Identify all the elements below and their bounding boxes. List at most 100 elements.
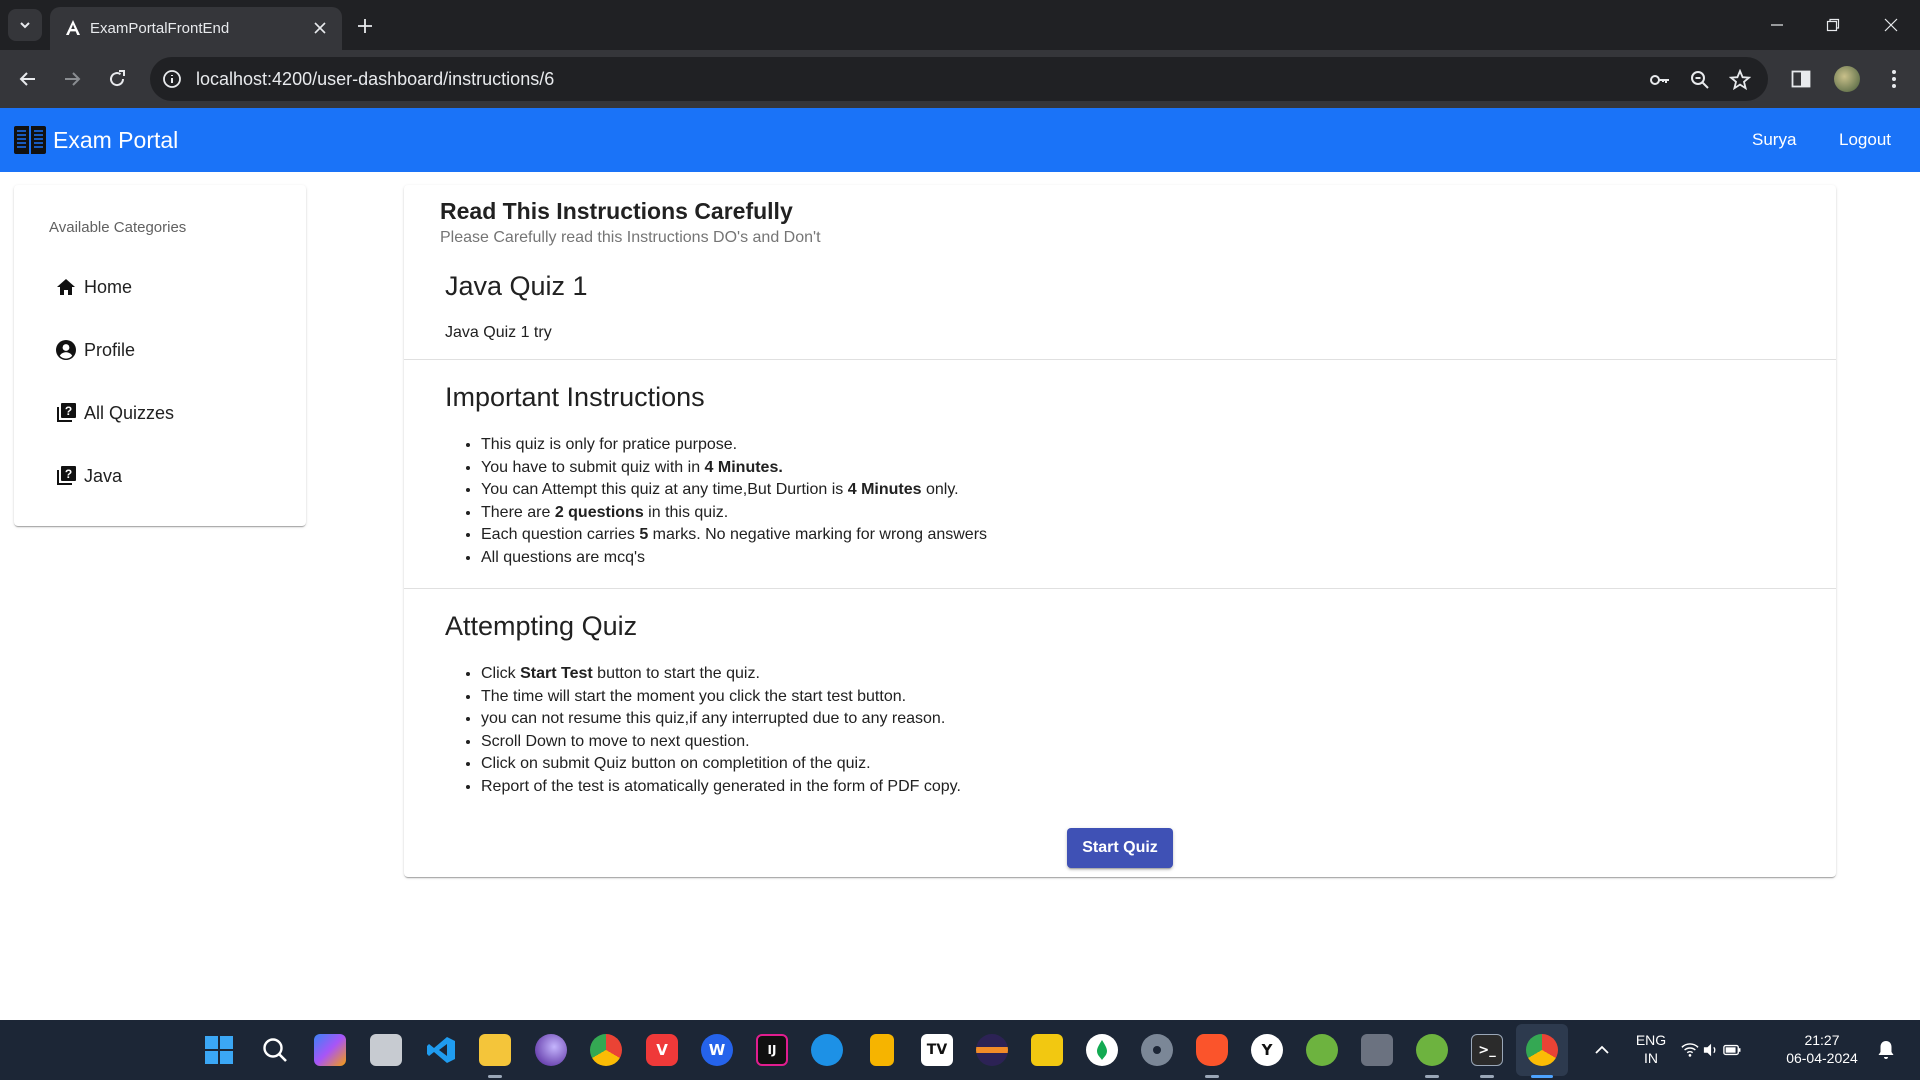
clock-display[interactable]: 21:27 06-04-2024 [1782, 1031, 1862, 1067]
quiz-title: Java Quiz 1 [445, 271, 588, 301]
language-indicator[interactable]: ENG IN [1631, 1031, 1671, 1067]
reload-button[interactable] [101, 63, 133, 95]
spring-tools-icon[interactable] [1416, 1034, 1448, 1066]
address-bar[interactable]: localhost:4200/user-dashboard/instructio… [150, 57, 1768, 101]
arrow-left-icon [19, 72, 35, 86]
quiz-icon: ? [54, 401, 78, 425]
url-text: localhost:4200/user-dashboard/instructio… [196, 69, 555, 89]
bookmark-star-icon[interactable] [1728, 68, 1752, 92]
tab-title: ExamPortalFrontEnd [90, 20, 230, 37]
attempting-quiz-title: Attempting Quiz [445, 611, 638, 641]
clock-app-icon[interactable]: Y [1251, 1034, 1283, 1066]
sidebar-item-profile[interactable]: Profile [54, 330, 284, 370]
plus-icon [358, 19, 372, 33]
list-item: Each question carries 5 marks. No negati… [481, 524, 987, 547]
list-item: This quiz is only for pratice purpose. [481, 434, 987, 457]
chevron-up-icon[interactable] [1586, 1034, 1618, 1066]
close-window-button[interactable] [1868, 8, 1914, 42]
back-button[interactable] [12, 63, 44, 95]
nav-logout-link[interactable]: Logout [1839, 130, 1891, 150]
list-item: Click on submit Quiz button on completit… [481, 753, 961, 776]
task-view-icon[interactable] [370, 1034, 402, 1066]
zoom-icon[interactable] [1688, 68, 1712, 92]
app-icon[interactable]: W [701, 1034, 733, 1066]
windows-start-icon[interactable] [203, 1034, 235, 1066]
running-indicator [1205, 1075, 1219, 1078]
restore-button[interactable] [1810, 8, 1856, 42]
spring-icon[interactable] [1306, 1034, 1338, 1066]
system-tray-icons[interactable] [1681, 1034, 1741, 1066]
sidebar-item-all-quizzes[interactable]: ? All Quizzes [54, 393, 284, 433]
vscode-icon[interactable] [425, 1034, 457, 1066]
home-icon [54, 275, 78, 299]
clock-time: 21:27 [1804, 1032, 1840, 1048]
card-title: Read This Instructions Carefully [440, 198, 793, 224]
chrome-icon[interactable] [590, 1034, 622, 1066]
mongodb-icon[interactable] [1086, 1034, 1118, 1066]
chrome-active-icon[interactable] [1526, 1034, 1558, 1066]
account-circle-icon [54, 338, 78, 362]
tab-close-button[interactable] [310, 18, 330, 38]
minimize-icon [1771, 24, 1783, 26]
sidebar-item-label: Java [84, 465, 123, 486]
brand-title[interactable]: Exam Portal [53, 127, 178, 154]
sidebar-item-label: Home [84, 276, 133, 297]
sidebar-item-java[interactable]: ? Java [54, 456, 284, 496]
sidebar-header: Available Categories [49, 219, 187, 236]
volume-icon [1703, 1043, 1716, 1057]
eclipse-icon[interactable] [976, 1034, 1008, 1066]
intellij-icon[interactable]: IJ [756, 1034, 788, 1066]
instructions-card: Read This Instructions Carefully Please … [404, 185, 1836, 877]
profile-avatar[interactable] [1834, 66, 1860, 92]
important-instructions-title: Important Instructions [445, 382, 705, 412]
sidebar-item-home[interactable]: Home [54, 267, 284, 307]
settings-gear-icon[interactable] [1141, 1034, 1173, 1066]
windows-taskbar: V W IJ TV Y >_ ENG IN 21:27 06-04-2024 [0, 1020, 1920, 1080]
notification-bell-icon[interactable] [1870, 1034, 1902, 1066]
nav-user-link[interactable]: Surya [1752, 130, 1796, 150]
site-info-icon[interactable] [162, 69, 182, 89]
new-tab-button[interactable] [352, 13, 378, 39]
section-divider [404, 359, 1836, 360]
remote-desktop-icon[interactable] [1361, 1034, 1393, 1066]
card-subtitle: Please Carefully read this Instructions … [440, 229, 821, 246]
browser-tab[interactable]: ExamPortalFrontEnd [50, 7, 342, 50]
app-icon[interactable] [535, 1034, 567, 1066]
list-item: you can not resume this quiz,if any inte… [481, 708, 961, 731]
app-navbar: Exam Portal Surya Logout [0, 108, 1920, 172]
brave-icon[interactable] [1196, 1034, 1228, 1066]
power-bi-icon[interactable] [1031, 1034, 1063, 1066]
keep-icon[interactable] [870, 1034, 894, 1066]
vivaldi-icon[interactable]: V [646, 1034, 678, 1066]
book-logo-icon[interactable] [13, 123, 47, 157]
browser-tab-strip: ExamPortalFrontEnd [0, 0, 1920, 50]
close-icon [314, 22, 326, 34]
terminal-icon[interactable]: >_ [1471, 1034, 1503, 1066]
password-key-icon[interactable] [1648, 68, 1672, 92]
start-quiz-button[interactable]: Start Quiz [1067, 828, 1173, 868]
search-icon[interactable] [259, 1034, 291, 1066]
quiz-icon: ? [54, 464, 78, 488]
list-item: Click Start Test button to start the qui… [481, 663, 961, 686]
running-indicator [1480, 1075, 1494, 1078]
tab-search-button[interactable] [8, 9, 42, 41]
file-explorer-icon[interactable] [479, 1034, 511, 1066]
forward-button[interactable] [56, 63, 88, 95]
copilot-icon[interactable] [314, 1034, 346, 1066]
list-item: All questions are mcq's [481, 547, 987, 570]
list-item: There are 2 questions in this quiz. [481, 502, 987, 525]
chevron-down-icon [20, 22, 30, 29]
list-item: The time will start the moment you click… [481, 686, 961, 709]
minimize-button[interactable] [1754, 8, 1800, 42]
restore-icon [1826, 18, 1840, 32]
more-options-icon[interactable] [1881, 66, 1907, 92]
sidebar-item-label: All Quizzes [84, 402, 175, 423]
tradingview-icon[interactable]: TV [921, 1034, 953, 1066]
quiz-description: Java Quiz 1 try [445, 324, 552, 341]
svg-text:?: ? [65, 404, 72, 418]
important-instructions-list: This quiz is only for pratice purpose. Y… [481, 434, 987, 569]
docker-icon[interactable] [811, 1034, 843, 1066]
list-item: You can Attempt this quiz at any time,Bu… [481, 479, 987, 502]
side-panel-icon[interactable] [1788, 66, 1814, 92]
sidebar-item-label: Profile [84, 339, 136, 360]
